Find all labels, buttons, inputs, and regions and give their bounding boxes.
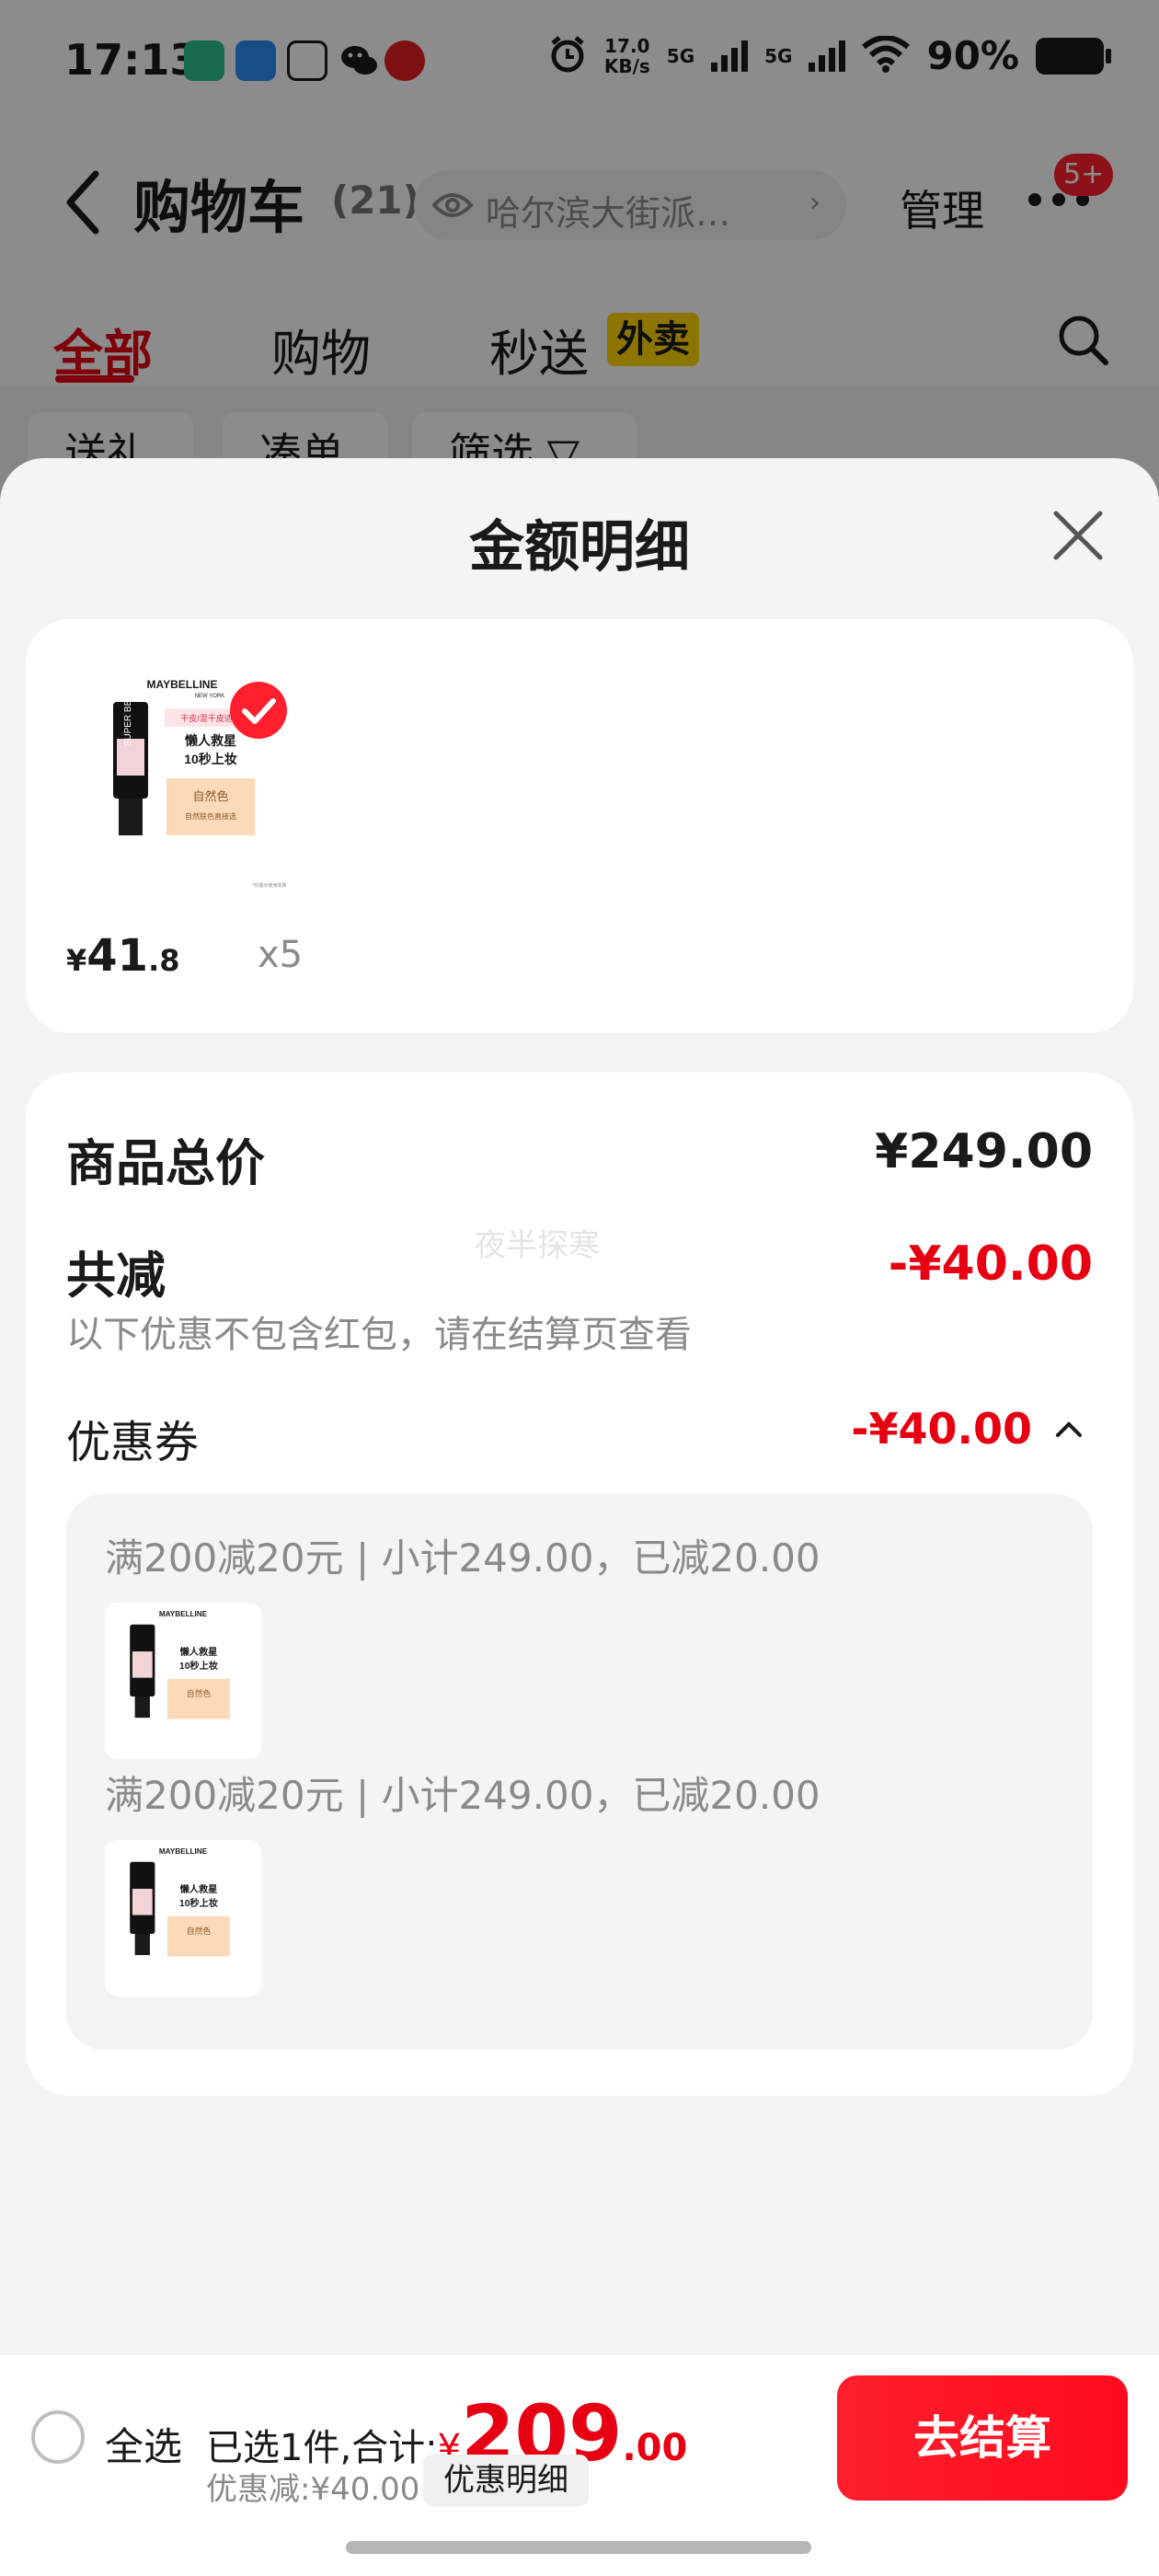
coupon-line: 满200减20元 | 小计249.00，已减20.00	[105, 1535, 820, 1581]
total-price-label: 商品总价	[66, 1134, 265, 1192]
product-quantity: x5	[258, 934, 304, 976]
total-price-value: ¥249.00	[875, 1124, 1093, 1179]
promo-line-2: 10秒上妆	[184, 752, 237, 766]
svg-text:懒人救星: 懒人救星	[180, 1883, 218, 1895]
product-brand: MAYBELLINE	[147, 678, 218, 691]
discount-detail-button[interactable]: 优惠明细	[423, 2455, 589, 2506]
svg-text:10秒上妆: 10秒上妆	[179, 1660, 218, 1672]
product-brand-sub: NEW YORK	[195, 694, 225, 699]
svg-text:10秒上妆: 10秒上妆	[179, 1897, 218, 1909]
reduction-note: 以下优惠不包含红包，请在结算页查看	[66, 1314, 692, 1356]
svg-text:自然色: 自然色	[187, 1926, 212, 1936]
tube-label: SUPER BB	[123, 699, 133, 746]
select-all-label[interactable]: 全选	[105, 2416, 182, 2472]
total-reduction-value: -¥40.00	[888, 1236, 1093, 1292]
sheet-title: 金额明细	[469, 515, 690, 580]
product-card: MAYBELLINE NEW YORK SUPER BB 干皮/混干皮适用 懒人…	[26, 619, 1133, 1033]
discount-amount: 优惠减:¥40.00	[206, 2471, 420, 2508]
svg-text:自然色: 自然色	[187, 1688, 212, 1698]
product-price: ¥41.8	[66, 930, 180, 982]
shade-name: 自然色	[192, 789, 228, 803]
coupon-product-thumb: MAYBELLINE 懒人救星 10秒上妆 自然色	[105, 1840, 261, 1996]
close-icon[interactable]	[1050, 508, 1106, 563]
selected-check-icon	[230, 682, 287, 739]
coupon-detail-box: 满200减20元 | 小计249.00，已减20.00 MAYBELLINE 懒…	[66, 1494, 1093, 2050]
coupon-label[interactable]: 优惠券	[66, 1406, 199, 1470]
price-summary-card: 商品总价 ¥249.00 夜半探寒 共减 -¥40.00 以下优惠不包含红包，请…	[26, 1073, 1133, 2096]
total-reduction-label: 共减	[66, 1247, 166, 1305]
coupon-line: 满200减20元 | 小计249.00，已减20.00	[105, 1773, 820, 1818]
checkout-button[interactable]: 去结算	[837, 2375, 1128, 2501]
amount-detail-sheet: 金额明细 MAYBELLINE NEW YORK SUPER BB 干皮/混干皮…	[0, 458, 1159, 2355]
coupon-value[interactable]: -¥40.00	[851, 1404, 1032, 1454]
svg-text:懒人救星: 懒人救星	[180, 1646, 218, 1658]
svg-text:MAYBELLINE: MAYBELLINE	[159, 1847, 208, 1856]
svg-text:MAYBELLINE: MAYBELLINE	[159, 1610, 208, 1618]
promo-line-1: 懒人救星	[185, 733, 236, 748]
home-indicator[interactable]	[346, 2541, 811, 2554]
coupon-product-thumb: MAYBELLINE 懒人救星 10秒上妆 自然色	[105, 1603, 261, 1759]
fine-print: *仅展示使用效果	[253, 882, 287, 889]
watermark: 夜半探寒	[475, 1227, 600, 1264]
chevron-up-icon[interactable]	[1054, 1419, 1084, 1441]
checkout-bar: 全选 已选1件,合计:¥209.00 优惠减:¥40.00 优惠明细 去结算	[0, 2355, 1159, 2576]
shade-sub: 自然肤色直接选	[185, 811, 236, 821]
select-all-radio[interactable]	[31, 2410, 85, 2464]
